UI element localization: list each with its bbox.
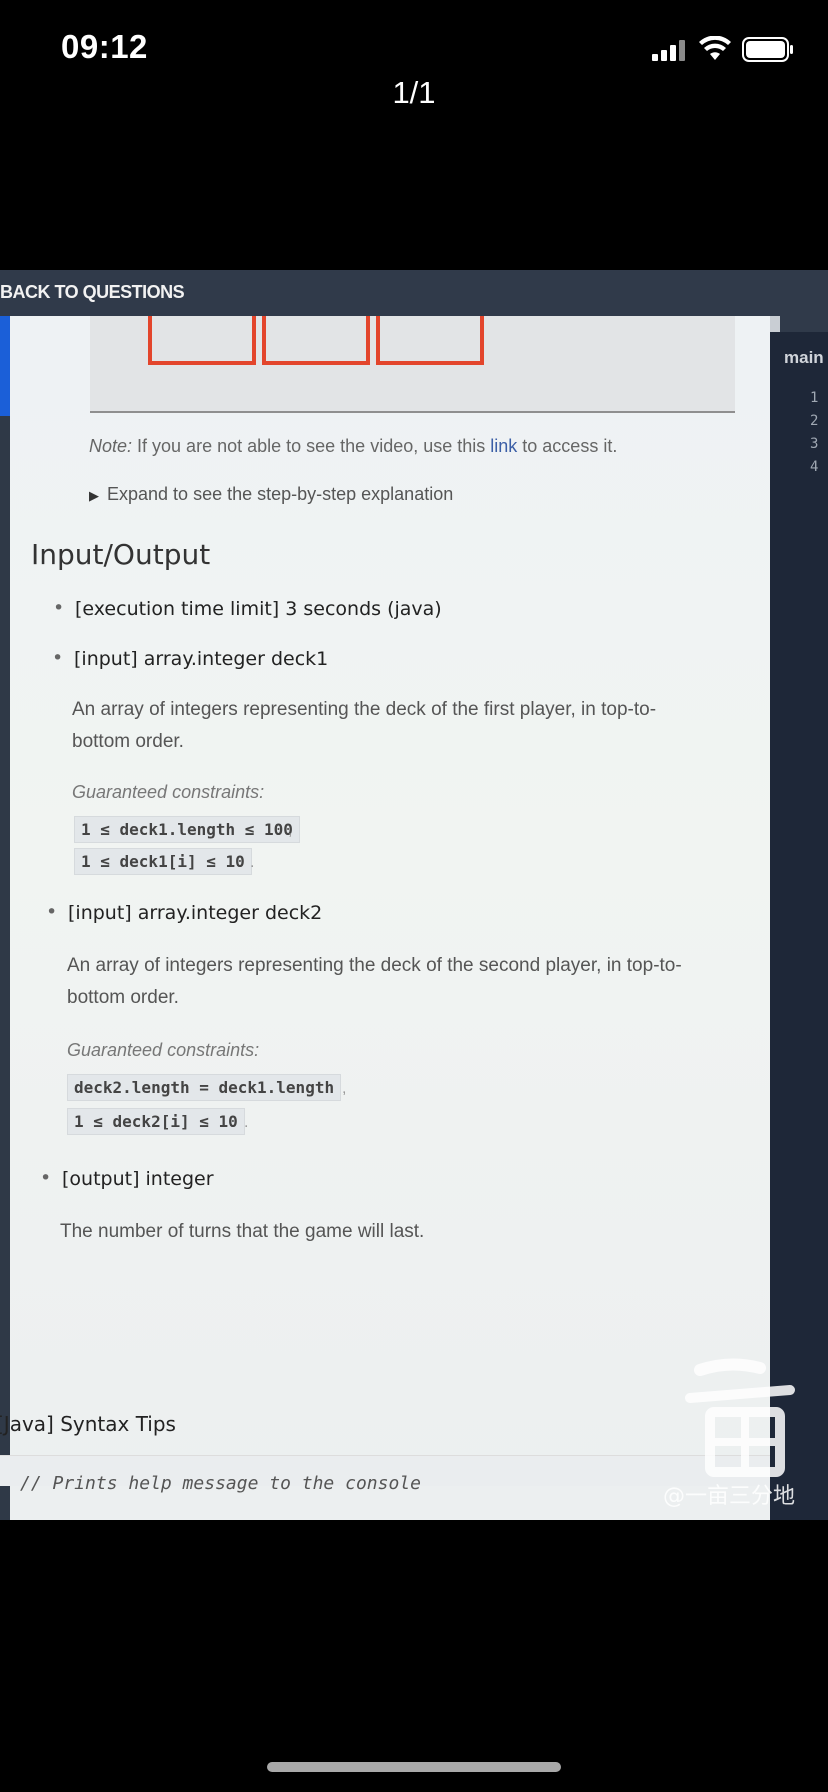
- io-item-input-deck2: [input] array.integer deck2: [46, 901, 322, 924]
- deck2-description-line2: bottom order.: [67, 987, 179, 1008]
- expand-explanation-toggle[interactable]: ▶ Expand to see the step-by-step explanat…: [89, 484, 453, 505]
- video-card-box: [262, 316, 370, 365]
- deck1-description-line1: An array of integers representing the de…: [72, 699, 657, 720]
- status-time: 09:12: [61, 28, 148, 65]
- deck2-constraints-label: Guaranteed constraints:: [67, 1040, 260, 1060]
- deck1-description-line2: bottom order.: [72, 731, 184, 752]
- page-counter: 1/1: [392, 75, 436, 110]
- video-area: [90, 316, 735, 413]
- deck1-constraints-label: Guaranteed constraints:: [72, 782, 265, 802]
- home-indicator[interactable]: [267, 1762, 561, 1772]
- watermark-text: @一亩三分地: [663, 1484, 796, 1509]
- status-bar: 09:12 1/1: [0, 0, 828, 110]
- wifi-icon: [699, 36, 731, 60]
- io-item-time-limit: [execution time limit] 3 seconds (java): [53, 597, 442, 620]
- triangle-right-icon: ▶: [89, 488, 99, 503]
- syntax-tips-heading[interactable]: [Java] Syntax Tips: [0, 1412, 176, 1436]
- period: .: [250, 854, 255, 871]
- left-sidebar-active: [0, 316, 10, 416]
- line-number: 3: [810, 436, 819, 452]
- comma: ,: [342, 1080, 347, 1097]
- back-to-questions-link[interactable]: BACK TO QUESTIONS: [0, 282, 185, 303]
- note-text: If you are not able to see the video, us…: [132, 436, 491, 456]
- problem-content: Note: If you are not able to see the vid…: [10, 316, 770, 1520]
- code-comment: // Prints help message to the console: [20, 1473, 421, 1494]
- left-sidebar-edge: [0, 316, 10, 1520]
- deck2-description-line1: An array of integers representing the de…: [67, 955, 682, 976]
- deck2-constraint-code: deck2.length = deck1.length: [67, 1074, 342, 1101]
- deck2-constraint-code: 1 ≤ deck2[i] ≤ 10: [67, 1108, 245, 1135]
- period: .: [244, 1114, 249, 1131]
- note-suffix: to access it.: [517, 436, 618, 456]
- screen-photo: BACK TO QUESTIONS Note: If you are not a…: [0, 270, 828, 1520]
- code-editor-panel: [770, 332, 828, 1520]
- battery-icon: [742, 37, 793, 62]
- line-number: 4: [810, 459, 819, 475]
- section-title: Input/Output: [31, 538, 211, 571]
- expand-label: Expand to see the step-by-step explanati…: [107, 484, 454, 504]
- editor-tab-main[interactable]: main: [784, 348, 824, 368]
- note-prefix: Note:: [89, 436, 133, 456]
- deck1-constraint-code: 1 ≤ deck1.length ≤ 100: [74, 816, 300, 843]
- video-card-box: [376, 316, 484, 365]
- video-note: Note: If you are not able to see the vid…: [89, 436, 617, 457]
- io-item-input-deck1: [input] array.integer deck1: [52, 647, 328, 670]
- line-number: 1: [810, 390, 819, 406]
- io-item-output: [output] integer: [40, 1167, 213, 1190]
- deck1-constraint-code: 1 ≤ deck1[i] ≤ 10: [74, 848, 252, 875]
- watermark-logo-icon: [685, 1358, 795, 1477]
- video-card-box: [148, 316, 256, 365]
- video-link[interactable]: link: [490, 436, 517, 456]
- output-description: The number of turns that the game will l…: [60, 1221, 425, 1242]
- cellular-signal-icon: [652, 40, 685, 61]
- comma: ,: [288, 822, 293, 839]
- line-number: 2: [810, 413, 819, 429]
